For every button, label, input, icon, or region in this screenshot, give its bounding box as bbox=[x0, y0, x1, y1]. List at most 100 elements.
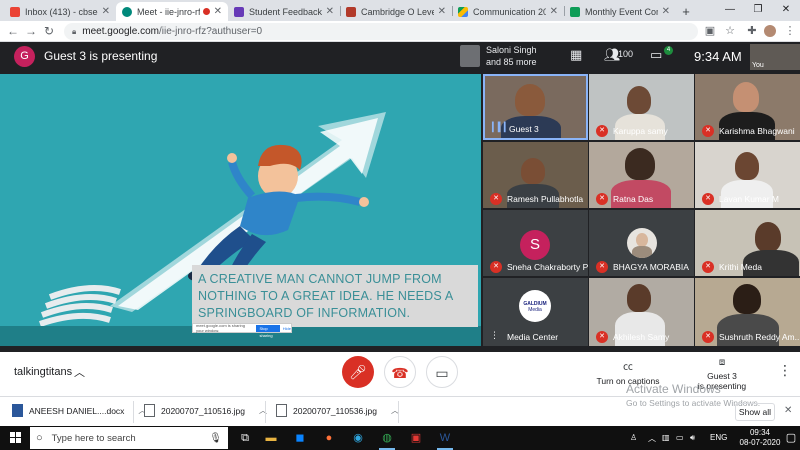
drive-icon bbox=[458, 6, 468, 17]
tab-title: Communication 2020-2 bbox=[473, 6, 546, 17]
participant-tile[interactable]: ✕ Akhilesh Samy bbox=[589, 278, 694, 346]
forms-icon bbox=[234, 6, 244, 17]
tab-title: Monthly Event Commu bbox=[585, 6, 658, 17]
mic-off-icon: ✕ bbox=[490, 261, 502, 273]
participant-tile[interactable]: ✕ Ramesh Pullabhotla bbox=[483, 142, 588, 208]
firefox-icon[interactable]: ● bbox=[320, 429, 338, 447]
self-view[interactable]: You bbox=[750, 44, 800, 70]
image-file-icon bbox=[276, 404, 287, 417]
volume-icon[interactable]: 🔊︎ bbox=[690, 433, 695, 443]
tab-title: Cambridge O Level Glo bbox=[361, 6, 434, 17]
store-icon[interactable]: ◼ bbox=[291, 429, 309, 447]
tab-meet[interactable]: Meet - iie-jnro-rfz ✕ bbox=[116, 2, 228, 21]
participant-tile[interactable]: GALDIUM Media ⋮ Media Center bbox=[483, 278, 588, 346]
leave-call-button[interactable]: ☎︎ bbox=[384, 356, 416, 388]
close-icon[interactable]: ✕ bbox=[326, 6, 334, 17]
download-item[interactable]: 20200707_110536.jpg ︿ bbox=[276, 404, 399, 417]
participant-tile[interactable]: ▎▍▎ Guest 3 bbox=[483, 74, 588, 140]
tab-gmail[interactable]: Inbox (413) - cbseconn ✕ bbox=[4, 2, 116, 21]
close-icon[interactable]: ✕ bbox=[550, 6, 558, 17]
close-icon[interactable]: ✕ bbox=[214, 6, 222, 17]
task-view-icon[interactable]: ⧉ bbox=[236, 429, 254, 447]
chat-icon[interactable]: ▭ bbox=[650, 47, 662, 63]
taskbar-search-input[interactable]: ○ Type here to search 🎙︎ bbox=[30, 427, 228, 449]
menu-icon[interactable]: ⋮ bbox=[782, 23, 798, 40]
tab-drive[interactable]: Communication 2020-2 ✕ bbox=[452, 2, 564, 21]
minimize-icon[interactable]: — bbox=[716, 0, 744, 21]
tab-sheets[interactable]: Monthly Event Commu ✕ bbox=[564, 2, 676, 21]
word-file-icon bbox=[12, 404, 23, 417]
participant-name: Ramesh Pullabhotla bbox=[507, 194, 584, 204]
new-tab-button[interactable]: + bbox=[678, 2, 694, 21]
hide-button[interactable]: Hide bbox=[283, 326, 291, 331]
address-bar[interactable]: 🔒︎ meet.google.com/iie-jnro-rfz?authuser… bbox=[64, 23, 698, 40]
participant-tile[interactable]: ✕ Karishma Bhagwani bbox=[695, 74, 800, 140]
camera-permission-icon[interactable]: ▣ bbox=[702, 23, 718, 40]
app-icon[interactable]: ▣ bbox=[407, 429, 425, 447]
participant-name: Sneha Chakraborty P bbox=[507, 262, 588, 272]
microphone-icon[interactable]: 🎙︎ bbox=[209, 433, 222, 444]
sharing-notice-bar: meet.google.com is sharing your window. … bbox=[192, 323, 292, 338]
participant-tile[interactable]: ✕ Sushruth Reddy Am... bbox=[695, 278, 800, 346]
system-clock[interactable]: 09:34 08-07-2020 bbox=[738, 428, 782, 448]
avatar: S bbox=[520, 230, 550, 260]
tab-forms[interactable]: Student Feedback Form ✕ bbox=[228, 2, 340, 21]
layout-grid-icon[interactable]: ▦ bbox=[570, 47, 582, 63]
participant-tile[interactable]: ✕ Ratna Das bbox=[589, 142, 694, 208]
extensions-icon[interactable]: ✚ bbox=[744, 23, 760, 40]
chevron-up-icon[interactable]: ︿ bbox=[74, 364, 85, 380]
close-icon[interactable]: ✕ bbox=[102, 6, 110, 17]
show-all-button[interactable]: Show all bbox=[735, 403, 775, 421]
participant-tile[interactable]: ✕ BHAGYA MORABIA bbox=[589, 210, 694, 276]
language-indicator[interactable]: ENG bbox=[710, 433, 727, 442]
close-icon[interactable]: ✕ bbox=[784, 405, 792, 416]
chrome-icon[interactable]: ◍ bbox=[378, 429, 396, 450]
meet-window: G Guest 3 is presenting Saloni Singh and… bbox=[0, 42, 800, 352]
close-icon[interactable]: ✕ bbox=[438, 6, 446, 17]
forward-icon[interactable]: → bbox=[22, 23, 40, 40]
download-item[interactable]: ANEESH DANIEL....docx ︿ bbox=[12, 404, 146, 417]
windows-start-icon[interactable] bbox=[10, 432, 22, 444]
close-icon[interactable]: ✕ bbox=[662, 6, 670, 17]
chevron-up-icon[interactable]: ︿ bbox=[648, 433, 656, 444]
network-icon[interactable]: ▥ bbox=[662, 433, 670, 442]
meeting-details-label[interactable]: talkingtitans bbox=[14, 366, 72, 378]
participant-tile[interactable]: ✕ Karuppa samy bbox=[589, 74, 694, 140]
back-icon[interactable]: ← bbox=[4, 23, 22, 40]
search-icon: ○ bbox=[36, 432, 43, 444]
media-center-logo: GALDIUM Media bbox=[519, 290, 551, 322]
mic-toggle-button[interactable]: 🎤︎ bbox=[342, 356, 374, 388]
download-item[interactable]: 20200707_110516.jpg ︿ bbox=[144, 404, 267, 417]
reload-icon[interactable]: ↻ bbox=[40, 23, 58, 40]
participant-tile[interactable]: S ✕ Sneha Chakraborty P bbox=[483, 210, 588, 276]
download-filename: 20200707_110536.jpg bbox=[293, 405, 377, 416]
stop-sharing-button[interactable]: Stop sharing bbox=[256, 324, 280, 338]
participant-tile[interactable]: ✕ Krithi Meda bbox=[695, 210, 800, 276]
cambridge-icon bbox=[346, 6, 356, 17]
battery-icon[interactable]: ▭ bbox=[676, 433, 684, 442]
avatar bbox=[627, 228, 657, 258]
notifications-icon[interactable]: ▢ bbox=[782, 429, 800, 447]
camera-toggle-button[interactable]: ▭ bbox=[426, 356, 458, 388]
meet-icon bbox=[122, 6, 132, 17]
word-icon[interactable]: W bbox=[436, 429, 454, 450]
person-icon[interactable]: ♙ bbox=[630, 433, 637, 442]
file-explorer-icon[interactable]: ▬ bbox=[262, 429, 280, 447]
star-icon[interactable]: ☆ bbox=[722, 23, 738, 40]
tab-cambridge[interactable]: Cambridge O Level Glo ✕ bbox=[340, 2, 452, 21]
profile-avatar[interactable] bbox=[762, 23, 778, 40]
participant-tile[interactable]: ✕ Lavan Kumar M bbox=[695, 142, 800, 208]
edge-icon[interactable]: ◉ bbox=[349, 429, 367, 447]
mic-off-icon: ✕ bbox=[596, 125, 608, 137]
presentation-slide: A CREATIVE MAN CANNOT JUMP FROM NOTHING … bbox=[0, 74, 481, 346]
tab-title: Student Feedback Form bbox=[249, 6, 322, 17]
chat-count-badge: 4 bbox=[664, 46, 673, 55]
mic-off-icon: ✕ bbox=[596, 261, 608, 273]
clock-time: 09:34 bbox=[749, 428, 771, 437]
more-options-icon[interactable]: ⋮ bbox=[778, 362, 792, 379]
participant-preview[interactable]: Saloni Singh and 85 more bbox=[458, 42, 548, 70]
hang-up-icon: ☎︎ bbox=[391, 365, 409, 381]
maximize-icon[interactable]: ❐ bbox=[744, 0, 772, 21]
meeting-clock: 9:34 AM bbox=[694, 49, 742, 64]
close-window-icon[interactable]: ✕ bbox=[772, 0, 800, 21]
